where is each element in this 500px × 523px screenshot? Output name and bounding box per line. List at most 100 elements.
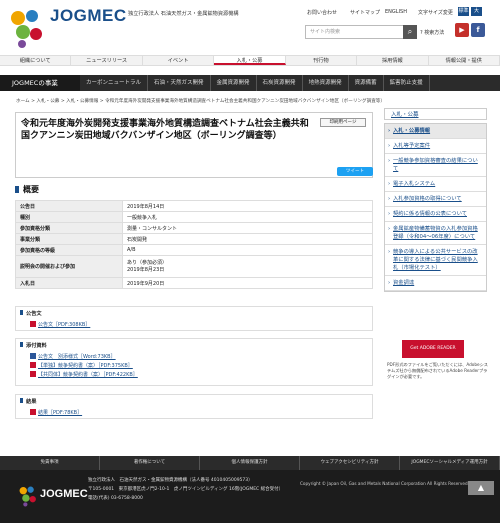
heading-mark-icon (15, 186, 19, 193)
row-value: A/B (122, 244, 373, 256)
subnav-mine-pollution[interactable]: 鉱害防止支援 (384, 75, 430, 91)
sidebar-top-link[interactable]: 入札・公募 (384, 108, 487, 120)
business-nav: JOGMECの事業 カーボンニュートラル 石油・天然ガス開発 金属資源開発 石炭… (0, 75, 500, 91)
word-icon (30, 353, 36, 359)
attachment-pdf-link[interactable]: 【共同体】競争契約書（案）［PDF:422KB］ (30, 371, 368, 378)
address-line: 独立行政法人 石油天然ガス・金属鉱物資源機構（法人番号 401040500957… (88, 478, 253, 483)
title-box: 令和元年度海外炭開発支援事業海外地質構造調査ベトナム社会主義共和国クアンニン炭田… (15, 112, 373, 178)
address-line: 電話(代表) 03-6758-8000 (88, 496, 143, 501)
subnav-oil-gas[interactable]: 石油・天然ガス開発 (148, 75, 211, 91)
contact-link[interactable]: お問い合わせ (307, 9, 337, 16)
table-row: 説明会の開催および参加 あり（参加必須） 2019年8月23日 (15, 255, 373, 278)
gnav-news[interactable]: ニュースリリース (71, 56, 143, 65)
jogmec-logo-icon[interactable] (8, 6, 46, 50)
footer-link-privacy[interactable]: 個人情報保護方針 (200, 456, 300, 470)
row-value: 一般競争入札 (122, 211, 373, 223)
row-value: 2019年8月14日 (122, 200, 373, 212)
subnav-stockpiling[interactable]: 資源備蓄 (349, 75, 384, 91)
adobe-reader-note: PDF形式のファイルをご覧いただくには、Adobeシステムズ社から無償配布されて… (387, 362, 488, 379)
row-value: 測量・コンサルタント (122, 222, 373, 234)
footer-nav: 免責事項 著作権について 個人情報保護方針 ウェブアクセシビリティ方針 JOGM… (0, 456, 500, 470)
gnav-bids[interactable]: 入札・公募 (214, 56, 286, 65)
site-footer: JOGMEC 独立行政法人 石油天然ガス・金属鉱物資源機構（法人番号 40104… (0, 470, 500, 523)
search-icon[interactable]: ⌕ (403, 25, 417, 39)
subnav-metals[interactable]: 金属資源開発 (211, 75, 257, 91)
adobe-reader-banner[interactable]: Get ADOBE READER (402, 340, 464, 358)
subnav-business[interactable]: JOGMECの事業 (0, 75, 80, 91)
search-input[interactable]: サイト内検索 (305, 25, 417, 39)
brand-name[interactable]: JOGMEC (50, 6, 127, 26)
subnav-carbon-neutral[interactable]: カーボンニュートラル (80, 75, 149, 91)
gnav-disclosure[interactable]: 情報公開・提供 (429, 56, 500, 65)
gnav-recruit[interactable]: 採用情報 (357, 56, 429, 65)
sitemap-link[interactable]: サイトマップ (350, 9, 380, 16)
english-link[interactable]: ENGLISH (385, 9, 407, 15)
footer-address: 独立行政法人 石油天然ガス・金属鉱物資源機構（法人番号 401040500957… (88, 476, 283, 503)
sidebar-item-bid-info[interactable]: 入札・公募情報 (385, 124, 486, 139)
section-heading: 添付資料 (20, 342, 368, 349)
row-key: 参加資格分類 (15, 222, 123, 234)
footer-brand: JOGMEC (40, 488, 88, 500)
brand-subtitle: 独立行政法人 石油天然ガス・金属鉱物資源機構 (128, 11, 239, 17)
main-content: 令和元年度海外炭開発支援事業海外地質構造調査ベトナム社会主義共和国クアンニン炭田… (15, 112, 373, 178)
facebook-icon[interactable]: f (471, 23, 485, 37)
sidebar-item-funding[interactable]: 資金調達 (385, 276, 486, 291)
sidebar-item-qualification-result[interactable]: 一般競争参加資格審査の結果について (385, 154, 486, 177)
font-size-label: 文字サイズ変更 (418, 10, 453, 16)
address-line: 〒105-0001 東京都港区虎ノ門2-10-1 虎ノ門ツインビルディング 16… (88, 487, 284, 492)
link-text: 【共同体】競争契約書（案）［PDF:422KB］ (38, 372, 138, 378)
advanced-search-label: 検索方法 (424, 30, 445, 36)
sidebar-item-e-bidding[interactable]: 電子入札システム (385, 177, 486, 192)
table-row: 参加資格分類 測量・コンサルタント (15, 222, 373, 234)
gnav-publications[interactable]: 刊行物 (286, 56, 358, 65)
heading-mark-icon (20, 310, 23, 315)
sidebar-item-market-test[interactable]: 競争の導入による公共サービスの改革に関する法律に基づく民間競争入札（市場化テスト… (385, 245, 486, 276)
row-value: 2019年9月20日 (122, 277, 373, 289)
pdf-icon (30, 371, 36, 377)
link-text: 結果［PDF:78KB］ (38, 410, 83, 416)
row-key: 入札日 (15, 277, 123, 289)
attachment-word-link[interactable]: 公告文 別添様式［Word:73KB］ (30, 353, 368, 360)
section-heading: 公告文 (20, 310, 368, 317)
subnav-geothermal[interactable]: 地熱資源開発 (303, 75, 349, 91)
sidebar-item-qualification[interactable]: 入札参加資格の取得について (385, 192, 486, 207)
row-key: 事業分類 (15, 233, 123, 245)
font-size-large-button[interactable]: 大 (471, 7, 482, 16)
print-button[interactable]: 印刷用ページ (320, 118, 366, 127)
breadcrumb[interactable]: ホーム > 入札・公募 > 入札・公募情報 > 令和元年度海外炭開発支援事業海外… (16, 98, 385, 104)
back-to-top-button[interactable]: ▲ (468, 481, 494, 495)
footer-link-accessibility[interactable]: ウェブアクセシビリティ方針 (300, 456, 400, 470)
gnav-organization[interactable]: 組織について (0, 56, 72, 65)
heading-mark-icon (20, 342, 23, 347)
advanced-search-link[interactable]: ? 検索方法 (420, 29, 444, 36)
section-heading-text: 結果 (26, 399, 37, 405)
link-text: 公告文［PDF:308KB］ (38, 322, 91, 328)
footer-link-disclaimer[interactable]: 免責事項 (0, 456, 100, 470)
attachments-section: 添付資料 公告文 別添様式［Word:73KB］ 【単独】競争契約書（案）［PD… (15, 338, 373, 386)
row-key: 種別 (15, 211, 123, 223)
font-size-normal-button[interactable]: 標準 (458, 7, 469, 16)
notice-pdf-link[interactable]: 公告文［PDF:308KB］ (30, 321, 368, 328)
youtube-icon[interactable]: ▶ (455, 23, 469, 37)
table-row: 事業分類 石炭開発 (15, 233, 373, 245)
row-key: 公告日 (15, 200, 123, 212)
row-key: 参加資格の等級 (15, 244, 123, 256)
tweet-button[interactable]: ツイート (337, 167, 373, 176)
sidebar: 入札・公募 入札・公募情報 入札等予定案件 一般競争参加資格審査の結果について … (384, 108, 487, 292)
notice-section: 公告文 公告文［PDF:308KB］ (15, 306, 373, 331)
pdf-icon (30, 321, 36, 327)
sidebar-item-metal-stockpile[interactable]: 金属鉱産物備蓄物資の入札参加資格登録（令和04〜06年度）について (385, 222, 486, 245)
gnav-events[interactable]: イベント (143, 56, 215, 65)
sidebar-item-planned[interactable]: 入札等予定案件 (385, 139, 486, 154)
result-pdf-link[interactable]: 結果［PDF:78KB］ (30, 409, 368, 416)
subnav-coal[interactable]: 石炭資源開発 (257, 75, 303, 91)
result-section: 結果 結果［PDF:78KB］ (15, 394, 373, 419)
footer-link-copyright[interactable]: 著作権について (100, 456, 200, 470)
search-method-icon: ? (420, 30, 423, 36)
overview-table: 公告日 2019年8月14日 種別 一般競争入札 参加資格分類 測量・コンサルタント … (15, 200, 373, 289)
attachment-pdf-link[interactable]: 【単独】競争契約書（案）［PDF:375KB］ (30, 362, 368, 369)
page-title: 令和元年度海外炭開発支援事業海外地質構造調査ベトナム社会主義共和国クアンニン炭田… (21, 119, 309, 141)
section-heading: 結果 (20, 398, 368, 405)
footer-link-social-media[interactable]: JOGMECソーシャルメディア運用方針 (400, 456, 500, 470)
sidebar-item-contract-disclosure[interactable]: 契約に係る情報の公表について (385, 207, 486, 222)
